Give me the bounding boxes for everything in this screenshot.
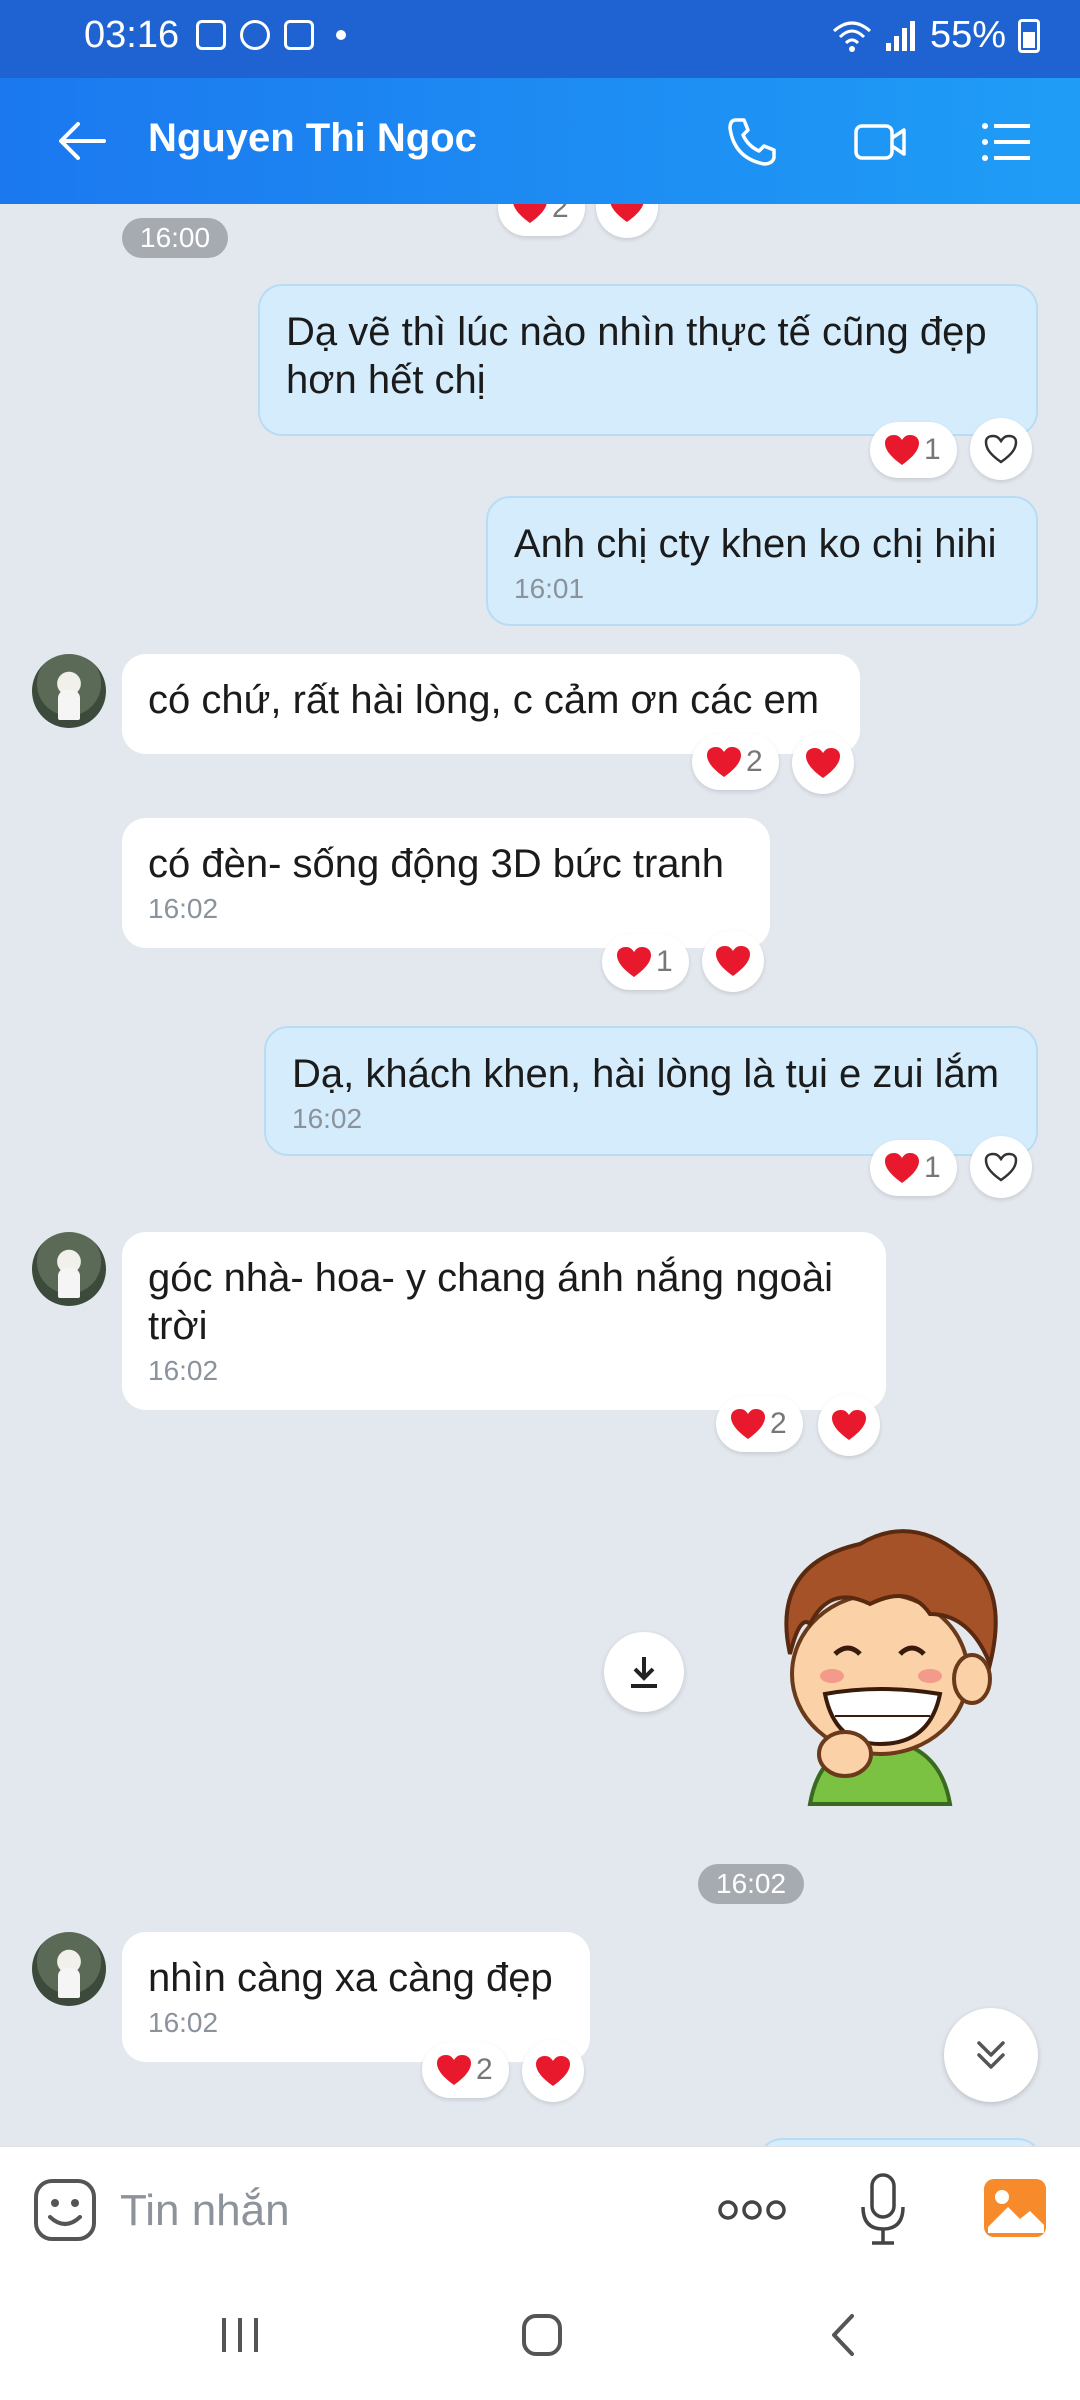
chat-messages[interactable]: 2 16:00 Dạ vẽ thì lúc nào nhìn thực tế c… (0, 204, 1080, 2146)
message-text: Dạ, khách khen, hài lòng là tụi e zui lắ… (292, 1052, 1000, 1096)
react-heart-button[interactable] (818, 1394, 880, 1456)
reaction-count: 2 (476, 2053, 493, 2086)
heart-icon (885, 1153, 919, 1183)
react-heart-button[interactable] (970, 1136, 1032, 1198)
heart-icon (610, 204, 644, 222)
phone-call-icon[interactable] (724, 114, 780, 170)
contact-avatar[interactable] (32, 1932, 106, 2006)
shopee-icon (284, 20, 314, 50)
reaction-count: 1 (656, 945, 673, 978)
reaction-count: 2 (746, 745, 763, 778)
reaction-heart-count[interactable]: 2 (498, 204, 585, 236)
heart-icon (832, 1410, 866, 1440)
chat-header: Nguyen Thi Ngoc (0, 78, 1080, 204)
reaction-count: 2 (770, 1407, 787, 1440)
reaction-heart-count[interactable]: 1 (870, 422, 957, 478)
message-time: 16:02 (292, 1103, 363, 1134)
message-text: nhìn càng xa càng đẹp (148, 1956, 553, 2000)
message-time: 16:02 (148, 1355, 219, 1386)
incoming-message[interactable]: có đèn- sống động 3D bức tranh 16:02 (122, 818, 770, 948)
heart-icon (617, 947, 651, 977)
message-time: 16:02 (148, 2007, 219, 2038)
message-input[interactable] (118, 2175, 682, 2247)
reaction-heart-count[interactable]: 2 (716, 1396, 803, 1452)
battery-icon (1018, 18, 1040, 53)
message-time: 16:01 (514, 573, 585, 604)
status-bar: 03:16 55% (0, 0, 1080, 78)
double-chevron-down-icon (977, 2041, 1005, 2069)
message-time: 16:02 (148, 893, 219, 924)
gallery-icon (196, 20, 226, 50)
back-arrow-icon[interactable] (54, 116, 110, 166)
system-navigation-bar (0, 2272, 1080, 2400)
heart-icon (513, 204, 547, 223)
download-icon (631, 1657, 657, 1688)
message-text: có đèn- sống động 3D bức tranh (148, 842, 725, 886)
reaction-count: 1 (924, 433, 941, 466)
more-options-icon[interactable] (716, 2195, 788, 2225)
heart-icon (536, 2056, 570, 2086)
status-time: 03:16 (84, 14, 180, 56)
more-notifications-icon (336, 30, 346, 40)
wifi-icon (832, 21, 871, 52)
reaction-heart-count[interactable]: 2 (422, 2042, 509, 2098)
scroll-to-bottom-button[interactable] (944, 2008, 1038, 2102)
reaction-heart-count[interactable]: 1 (602, 934, 689, 990)
menu-list-icon[interactable] (978, 114, 1034, 170)
heart-icon (806, 748, 840, 778)
sticker-emoji-icon[interactable] (32, 2177, 98, 2243)
home-icon[interactable] (512, 2310, 572, 2360)
heart-icon (885, 435, 919, 465)
contact-avatar[interactable] (32, 1232, 106, 1306)
reaction-count: 1 (924, 1151, 941, 1184)
contact-name[interactable]: Nguyen Thi Ngoc (148, 116, 477, 161)
heart-icon (437, 2055, 471, 2085)
video-call-icon[interactable] (852, 114, 908, 170)
react-heart-button[interactable] (596, 204, 658, 238)
reaction-count: 2 (552, 204, 569, 224)
message-composer (0, 2146, 1080, 2273)
system-status: 55% (832, 14, 1040, 57)
time-divider: 16:02 (698, 1864, 805, 1904)
time-divider: 16:00 (122, 218, 229, 258)
messenger-icon (240, 20, 270, 50)
incoming-message[interactable]: nhìn càng xa càng đẹp 16:02 (122, 1932, 590, 2062)
reaction-heart-count[interactable]: 2 (692, 734, 779, 790)
heart-icon (731, 1409, 765, 1439)
contact-avatar[interactable] (32, 654, 106, 728)
outgoing-message[interactable]: Dạ, khách khen, hài lòng là tụi e zui lắ… (264, 1026, 1038, 1156)
heart-icon (716, 946, 750, 976)
recent-apps-icon[interactable] (210, 2310, 270, 2360)
incoming-message[interactable]: góc nhà- hoa- y chang ánh nắng ngoài trờ… (122, 1232, 886, 1410)
react-heart-button[interactable] (702, 930, 764, 992)
message-text: góc nhà- hoa- y chang ánh nắng ngoài trờ… (148, 1256, 833, 1348)
battery-percent: 55% (929, 14, 1006, 56)
signal-icon (885, 20, 915, 51)
boy-grinning-sticker[interactable] (740, 1504, 1020, 1824)
reaction-heart-count[interactable]: 1 (870, 1140, 957, 1196)
outgoing-message[interactable]: Dạ vẽ thì lúc nào nhìn thực tế cũng đẹp … (258, 284, 1038, 436)
outgoing-message[interactable]: Anh chị cty khen ko chị hihi 16:01 (486, 496, 1038, 626)
react-heart-button[interactable] (522, 2040, 584, 2102)
react-heart-button[interactable] (792, 732, 854, 794)
react-heart-button[interactable] (970, 418, 1032, 480)
message-text: Anh chị cty khen ko chị hihi (514, 522, 997, 566)
heart-icon (707, 747, 741, 777)
heart-outline-icon (984, 1152, 1018, 1182)
back-nav-icon[interactable] (814, 2310, 874, 2360)
image-gallery-icon[interactable] (982, 2177, 1048, 2239)
heart-outline-icon (984, 434, 1018, 464)
outgoing-message-partial[interactable] (758, 2138, 1042, 2146)
message-text: Dạ vẽ thì lúc nào nhìn thực tế cũng đẹp … (286, 310, 987, 402)
microphone-icon[interactable] (858, 2171, 908, 2249)
notification-icons (196, 20, 346, 50)
download-sticker-button[interactable] (604, 1632, 684, 1712)
message-text: có chứ, rất hài lòng, c cảm ơn các em (148, 678, 820, 722)
